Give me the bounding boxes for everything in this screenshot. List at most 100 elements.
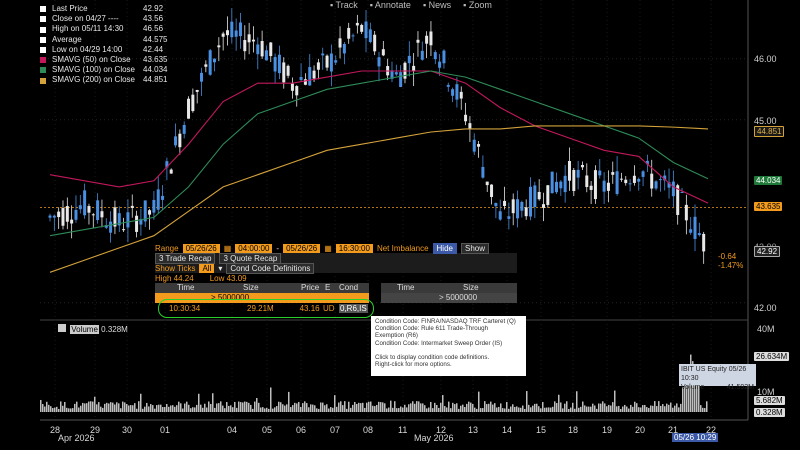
candle-body: [559, 181, 563, 189]
volume-bar: [66, 407, 68, 412]
dropdown-icon[interactable]: ▾: [218, 264, 222, 273]
volume-bar: [336, 406, 338, 412]
volume-bar: [368, 401, 370, 412]
show-button[interactable]: Show: [460, 242, 489, 254]
candle-body: [641, 171, 645, 177]
volume-bar: [470, 402, 472, 412]
cond-code-defs-button[interactable]: Cond Code Definitions: [226, 262, 315, 274]
legend-row[interactable]: SMAVG (50) on Close 43.635: [40, 55, 167, 65]
start-time-field[interactable]: 04:00:00: [235, 243, 273, 253]
legend-row[interactable]: Average 44.575: [40, 35, 167, 45]
candle-body: [438, 61, 442, 68]
x-tick-label: 05: [262, 425, 273, 435]
volume-bar: [568, 408, 570, 412]
candle-body: [429, 31, 433, 46]
start-date-field[interactable]: 05/26/26: [182, 243, 220, 253]
volume-bar: [212, 393, 214, 412]
volume-bar: [606, 406, 608, 412]
x-tick-label: 06: [296, 425, 307, 435]
volume-bar: [384, 403, 386, 412]
volume-bar: [176, 405, 178, 412]
candle-body: [381, 49, 385, 56]
candle-body: [477, 144, 481, 147]
candle-body: [671, 181, 675, 197]
candle-body: [542, 204, 545, 208]
end-date-field[interactable]: 05/26/26: [283, 243, 321, 253]
volume-bar: [194, 407, 196, 412]
candle-body: [156, 189, 160, 210]
volume-bar: [550, 407, 552, 412]
low-value: Low 43.09: [209, 273, 247, 283]
legend-row[interactable]: SMAVG (200) on Close 44.851: [40, 75, 167, 85]
tab-trade-recap[interactable]: 3 Trade Recap: [155, 252, 216, 264]
legend-row[interactable]: Close on 04/27 ---- 43.56: [40, 14, 163, 24]
candle-body: [351, 35, 355, 37]
candle-body: [576, 169, 580, 178]
candle-body: [459, 91, 463, 99]
candle-body: [78, 205, 82, 210]
volume-bar: [84, 403, 86, 412]
candle-body: [433, 52, 437, 60]
volume-bar: [444, 406, 446, 412]
volume-value: 0.328M: [101, 325, 128, 334]
volume-bar: [412, 401, 414, 412]
y-tick-42: 42.00: [754, 303, 777, 313]
volume-bar: [648, 407, 650, 412]
annotate-button[interactable]: ▪ Annotate: [370, 0, 411, 12]
candle-body: [234, 30, 238, 37]
legend-row[interactable]: Low on 04/29 14:00 42.44: [40, 45, 163, 55]
x-tick-label: 15: [536, 425, 547, 435]
volume-bar: [440, 402, 442, 412]
range-label: Range: [155, 243, 179, 253]
volume-bar: [422, 403, 424, 412]
x-tick-label: 30: [122, 425, 133, 435]
volume-bar: [198, 393, 200, 412]
candle-body: [377, 57, 381, 67]
x-tick-label: 11: [398, 425, 408, 435]
volume-bar: [138, 401, 140, 412]
volume-bar: [260, 407, 262, 412]
candle-body: [213, 58, 216, 63]
volume-bar: [526, 391, 528, 412]
candle-body: [238, 22, 242, 37]
volume-bar: [86, 403, 88, 412]
chart-toolbar: ▪ Track ▪ Annotate ▪ News ▪ Zoom: [330, 0, 492, 12]
tooltip-line: [375, 347, 522, 354]
tooltip-line: Condition Code: Rule 611 Trade-Through: [375, 325, 489, 333]
ticks-select[interactable]: All: [199, 263, 215, 273]
volume-bar: [270, 387, 272, 412]
volume-bar: [236, 407, 238, 412]
news-button[interactable]: ▪ News: [423, 0, 451, 12]
legend-row[interactable]: Last Price 42.92: [40, 4, 163, 14]
last-price-badge: 42.92: [754, 246, 781, 257]
volume-bar: [424, 405, 426, 412]
vol-badge-1: 26.634M: [754, 352, 790, 361]
volume-bar: [472, 403, 474, 412]
legend-row[interactable]: SMAVG (100) on Close 44.034: [40, 65, 167, 75]
calendar-icon-2[interactable]: ▦: [324, 244, 332, 253]
candle-body: [585, 175, 589, 188]
volume-bar: [430, 401, 432, 412]
volume-bar: [542, 401, 544, 412]
volume-bar: [592, 403, 594, 412]
size-filter-2[interactable]: > 5000000: [439, 293, 477, 302]
candle-body: [654, 181, 658, 189]
candle-body: [282, 62, 286, 83]
volume-bar: [596, 408, 598, 412]
volume-bar: [202, 407, 204, 412]
candle-body: [511, 199, 515, 214]
volume-bar: [118, 403, 120, 412]
volume-swatch: [58, 324, 66, 332]
calendar-icon[interactable]: ▦: [224, 244, 232, 253]
volume-bar: [378, 401, 380, 412]
volume-bar: [500, 403, 502, 412]
candle-body: [260, 40, 264, 57]
candle-body: [264, 50, 268, 61]
volume-bar: [614, 390, 616, 412]
end-time-field[interactable]: 16:30:00: [335, 243, 373, 253]
hide-button[interactable]: Hide: [432, 242, 457, 254]
volume-bar: [432, 408, 434, 412]
legend-row[interactable]: High on 05/11 14:30 46.56: [40, 24, 163, 34]
zoom-button[interactable]: ▪ Zoom: [463, 0, 492, 12]
track-button[interactable]: ▪ Track: [330, 0, 358, 12]
